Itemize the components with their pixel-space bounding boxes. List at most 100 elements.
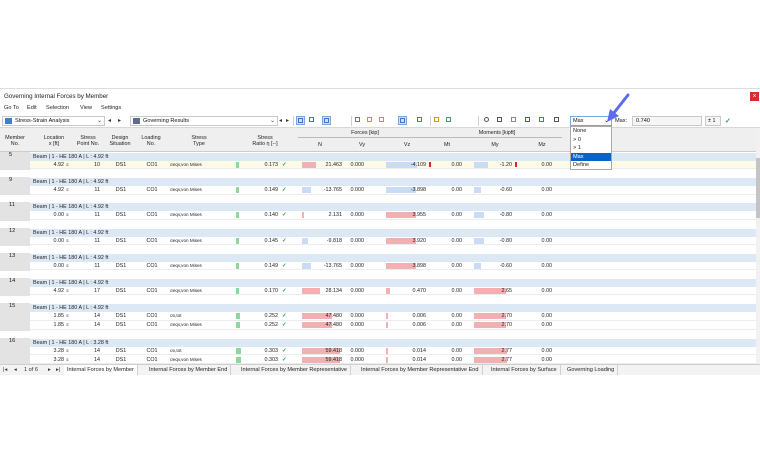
menu-settings[interactable]: Settings <box>101 105 121 111</box>
select-member-icon[interactable] <box>296 116 305 125</box>
cell-vz: -3.898 <box>410 187 426 194</box>
menu-goto[interactable]: Go To <box>4 105 19 111</box>
check-icon[interactable]: ✓ <box>725 117 731 125</box>
col-stress-ratio[interactable]: Stress Ratio η [--] <box>234 135 296 147</box>
col-location[interactable]: Location x [ft] <box>38 135 70 147</box>
cell-stress-type: σeqv,von Mises <box>170 162 202 167</box>
table-row[interactable]: 0.00 11 DS1 CO1 σeqv,von Mises 0.000 0.00 0.00 ≡… <box>30 211 757 220</box>
table-row[interactable]: 4.92 10 DS1 CO1 σeqv,von Mises 0.000 0.00 0.00 ≡… <box>30 161 757 170</box>
member-number: 16 <box>0 337 30 364</box>
toolbar-separator <box>293 116 294 126</box>
colors-icon[interactable] <box>524 116 533 125</box>
col-stress-type[interactable]: Stress Type <box>166 135 232 147</box>
dropdown-option[interactable]: Max <box>571 152 611 162</box>
cell-stress-point: 11 <box>94 262 100 269</box>
col-n[interactable]: N <box>298 142 342 148</box>
col-loading[interactable]: Loading No. <box>138 135 164 147</box>
cell-vz: 0.006 <box>412 322 427 329</box>
next-page-button[interactable]: ▸ <box>48 367 51 373</box>
table-view-icon[interactable] <box>366 116 375 125</box>
settings-icon[interactable] <box>538 116 547 125</box>
tab-internal-forces-by-member[interactable]: Internal Forces by Member <box>64 365 138 375</box>
ratio-bar <box>236 262 239 269</box>
table-row[interactable]: 3.28 14 DS1 CO1 σx,tot 0.000 0.00 0.00 ≡ 0.303 ✓ 59… <box>30 346 757 355</box>
table-row[interactable]: 3.28 14 DS1 CO1 σeqv,von Mises 0.000 0.00 0.00 ≡… <box>30 355 757 364</box>
analysis-prev-button[interactable]: ◂ <box>108 117 111 124</box>
tolerance-field[interactable]: ± 1 <box>705 116 721 126</box>
menu-selection[interactable]: Selection <box>46 105 69 111</box>
search-icon[interactable] <box>483 116 492 125</box>
columns-icon[interactable] <box>398 116 407 125</box>
col-mt[interactable]: Mt <box>432 142 462 148</box>
tab-governing-loading[interactable]: Governing Loading <box>564 365 619 375</box>
filter-icon[interactable] <box>322 116 331 125</box>
tab-internal-forces-by-member-representative[interactable]: Internal Forces by Member Representative <box>238 365 352 375</box>
member-description-row[interactable]: Beam | 1 - HE 180 A | L : 4.92 ft <box>30 304 757 313</box>
analysis-next-button[interactable]: ▸ <box>118 117 121 124</box>
col-my[interactable]: My <box>470 142 520 148</box>
tab-internal-forces-by-surface[interactable]: Internal Forces by Surface <box>488 365 561 375</box>
col-member[interactable]: Member No. <box>0 135 30 147</box>
results-select[interactable]: Governing Results ⌄ <box>130 116 278 126</box>
dropdown-option[interactable]: Define <box>571 161 611 170</box>
table-row[interactable]: 0.00 11 DS1 CO1 σeqv,von Mises 0.000 0.00 0.00 ≡… <box>30 261 757 271</box>
col-vz[interactable]: Vz <box>382 142 432 148</box>
close-button[interactable]: × <box>750 92 759 101</box>
col-vy[interactable]: Vy <box>342 142 382 148</box>
col-design-situation[interactable]: Design Situation <box>104 135 136 147</box>
cell-mt: 0.00 <box>451 187 463 194</box>
cell-my: 2.70 <box>501 313 513 320</box>
dropdown-option[interactable]: > 1 <box>571 144 611 153</box>
cell-vy: 0.000 <box>350 187 365 194</box>
vertical-scrollbar[interactable] <box>756 128 760 364</box>
table-header: Member No. Location x [ft] Stress Point … <box>0 128 757 152</box>
col-mz[interactable]: Mz <box>522 142 562 148</box>
ratio-bar <box>236 288 239 294</box>
cell-n: 47.480 <box>325 313 343 320</box>
export-icon[interactable] <box>378 116 387 125</box>
zoom-icon[interactable] <box>496 116 505 125</box>
menu-view[interactable]: View <box>80 105 92 111</box>
scroll-thumb[interactable] <box>756 158 760 218</box>
cell-design-situation: DS1 <box>115 237 127 244</box>
warning-marker-icon <box>515 162 517 167</box>
last-page-button[interactable]: ▸| <box>56 367 60 373</box>
table-row[interactable]: 4.92 17 DS1 CO1 σeqv,von Mises 0.000 0.00 0.00 ≡… <box>30 287 757 296</box>
table-row[interactable]: 1.85 14 DS1 CO1 σx,tot 0.000 0.00 0.00 ≡ 0.252 ✓ 47… <box>30 312 757 321</box>
member-description-row[interactable]: Beam | 1 - HE 180 A | L : 4.92 ft <box>30 253 757 262</box>
print-icon[interactable] <box>354 116 363 125</box>
member-number: 5 <box>0 152 30 171</box>
check-icon: ✓ <box>282 288 287 294</box>
cell-design-situation: DS1 <box>115 212 127 219</box>
cell-stress-ratio: 0.140 <box>264 212 279 219</box>
table-row[interactable]: 0.00 11 DS1 CO1 σeqv,von Mises 0.000 0.00 0.00 ≡… <box>30 236 757 245</box>
prev-page-button[interactable]: ◂ <box>14 367 17 373</box>
results-next-button[interactable]: ▸ <box>286 117 289 124</box>
table-row[interactable]: 4.92 11 DS1 CO1 σeqv,von Mises 0.000 0.00 0.00 ≡… <box>30 186 757 195</box>
filter-funnel-icon[interactable] <box>433 116 442 125</box>
first-page-button[interactable]: |◂ <box>3 367 7 373</box>
member-description-row[interactable]: Beam | 1 - HE 180 A | L : 4.92 ft <box>30 153 757 161</box>
select-all-icon[interactable] <box>308 116 317 125</box>
analysis-icon <box>5 118 12 124</box>
tab-internal-forces-by-member-representative-end[interactable]: Internal Forces by Member Representative… <box>358 365 483 375</box>
member-description-row[interactable]: Beam | 1 - HE 180 A | L : 4.92 ft <box>30 279 757 287</box>
chart-icon[interactable] <box>510 116 519 125</box>
menu-edit[interactable]: Edit <box>27 105 37 111</box>
results-prev-button[interactable]: ◂ <box>279 117 282 124</box>
tab-internal-forces-by-member-end[interactable]: Internal Forces by Member End <box>146 365 232 375</box>
table-row[interactable]: 1.85 14 DS1 CO1 σeqv,von Mises 0.000 0.00 0.00 ≡… <box>30 321 757 330</box>
member-description-row[interactable]: Beam | 1 - HE 180 A | L : 4.92 ft <box>30 203 757 212</box>
filter-value-field[interactable]: 0.740 <box>632 116 702 126</box>
col-stress-point[interactable]: Stress Point No. <box>74 135 102 147</box>
member-description-row[interactable]: Beam | 1 - HE 180 A | L : 4.92 ft <box>30 228 757 237</box>
relation-icon[interactable] <box>445 116 454 125</box>
excel-icon[interactable] <box>416 116 425 125</box>
dropdown-option[interactable]: > 0 <box>571 136 611 145</box>
analysis-select[interactable]: Stress-Strain Analysis ⌄ <box>2 116 105 126</box>
member-description-row[interactable]: Beam | 1 - HE 180 A | L : 4.92 ft <box>30 178 757 187</box>
menu-bar: Go To Edit Selection View Settings <box>0 103 760 114</box>
dropdown-option[interactable]: None <box>571 127 611 136</box>
swap-icon[interactable] <box>553 116 562 125</box>
member-description-row[interactable]: Beam | 1 - HE 180 A | L : 3.28 ft <box>30 338 757 347</box>
